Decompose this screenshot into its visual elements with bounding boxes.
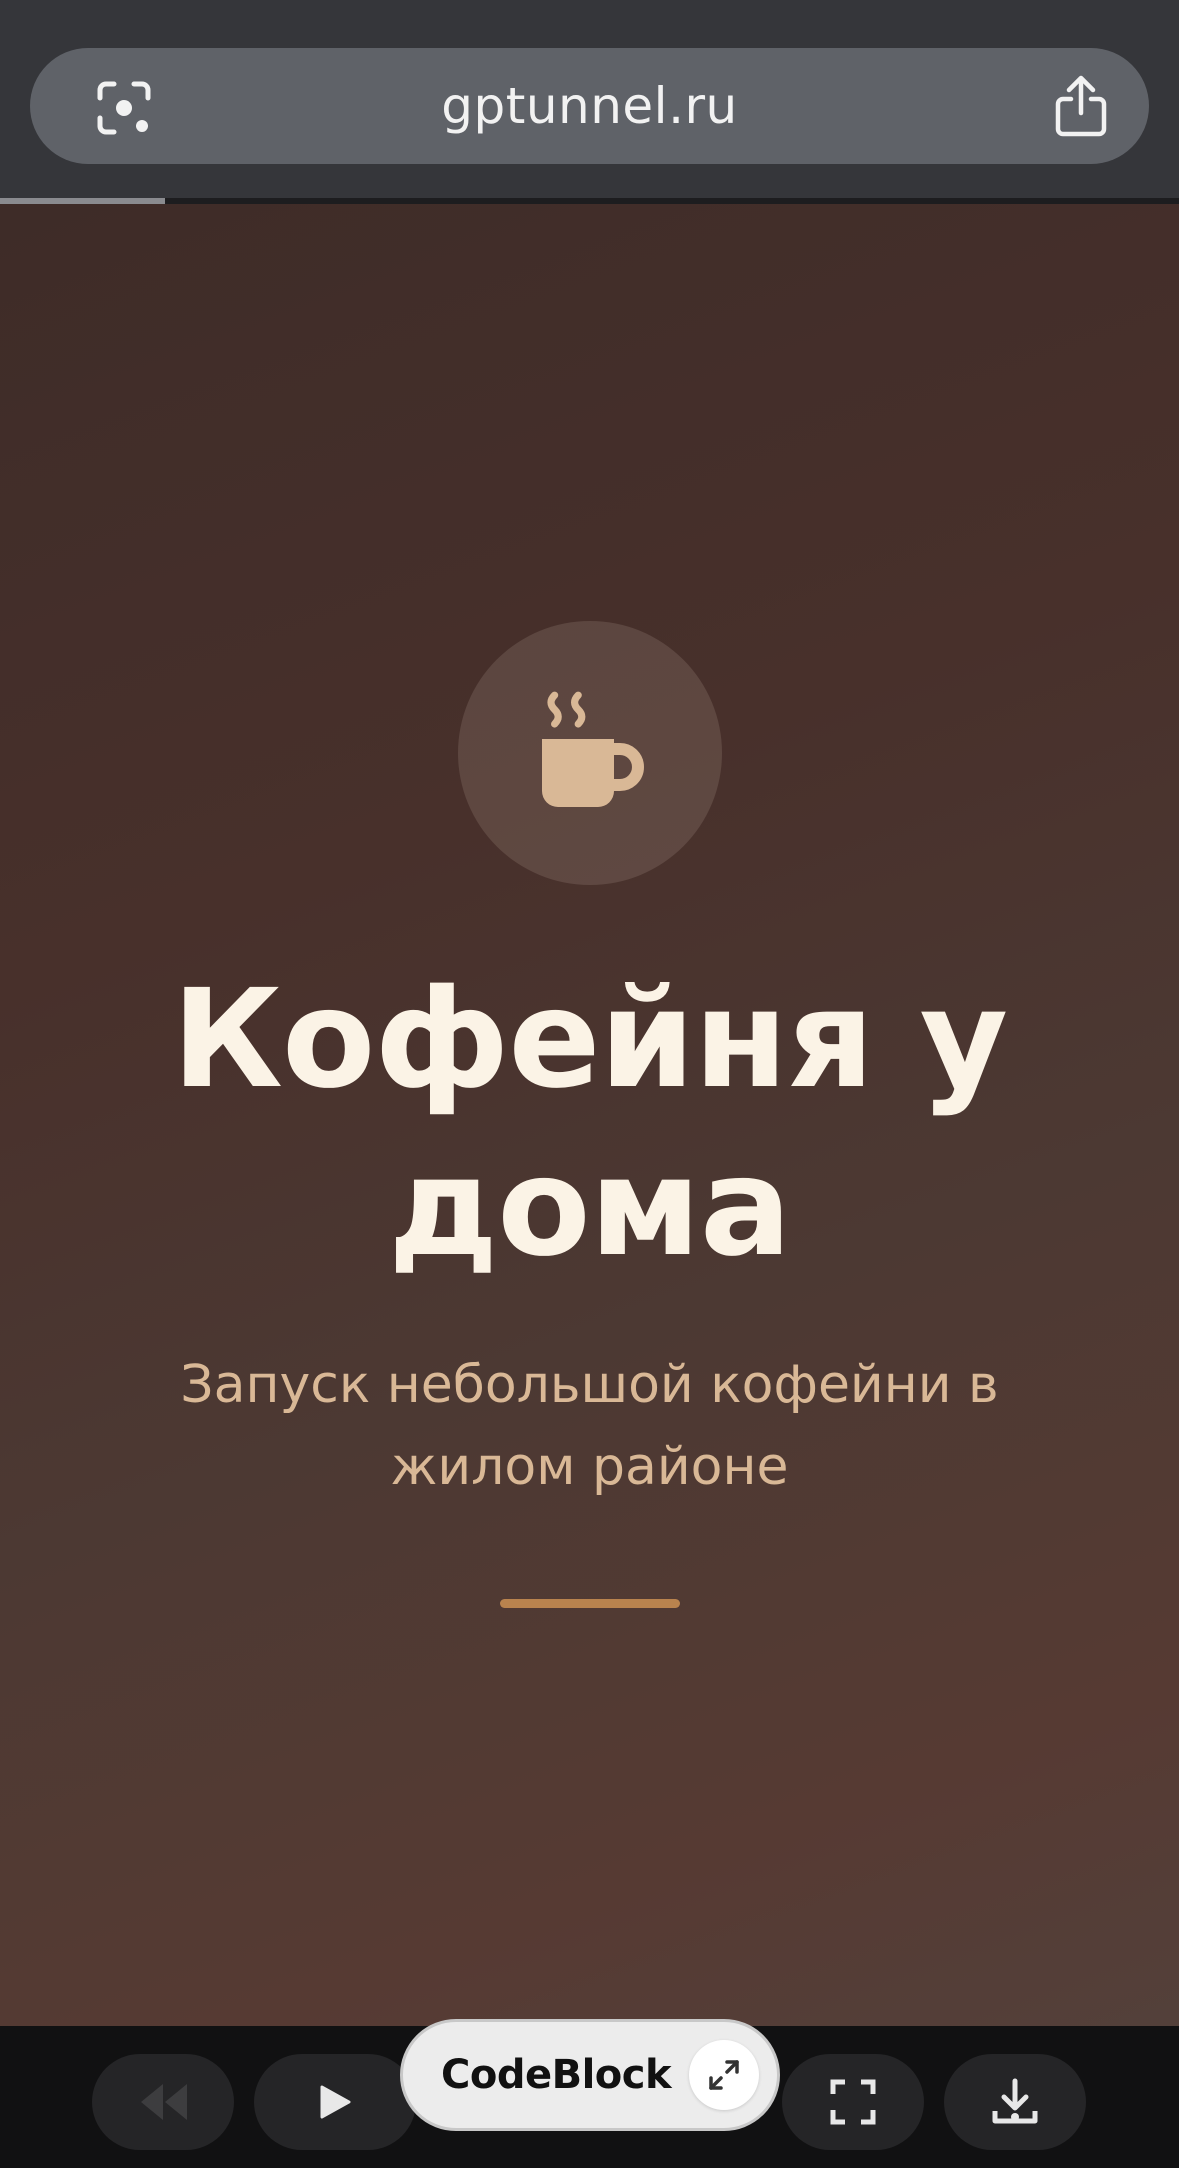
expand-button[interactable] [689, 2040, 759, 2110]
codeblock-badge[interactable]: CodeBlock [400, 2019, 780, 2131]
lens-button[interactable] [92, 76, 156, 140]
share-button[interactable] [1049, 74, 1113, 138]
slide-title: Кофейня у дома [171, 961, 1008, 1287]
icon-badge [458, 621, 722, 885]
url-text[interactable]: gptunnel.ru [441, 77, 737, 135]
share-icon [1055, 75, 1107, 137]
accent-divider [500, 1599, 680, 1608]
rewind-button[interactable] [92, 2054, 234, 2150]
coffee-cup-icon [542, 691, 644, 807]
codeblock-label: CodeBlock [441, 2052, 672, 2098]
rewind-icon [141, 2084, 187, 2120]
play-button[interactable] [254, 2054, 416, 2150]
download-button[interactable] [944, 2054, 1086, 2150]
slide-subtitle: Запуск небольшой кофейни в жилом районе [180, 1355, 999, 1497]
browser-toolbar: gptunnel.ru [0, 0, 1179, 204]
play-icon [320, 2085, 351, 2119]
presentation-slide: Кофейня у дома Запуск небольшой кофейни … [0, 204, 1179, 2026]
camera-search-icon [97, 81, 151, 135]
download-icon [992, 2078, 1038, 2124]
address-bar[interactable]: gptunnel.ru [30, 48, 1149, 164]
fullscreen-button[interactable] [782, 2054, 924, 2150]
expand-icon [709, 2060, 739, 2090]
fullscreen-icon [830, 2079, 876, 2125]
